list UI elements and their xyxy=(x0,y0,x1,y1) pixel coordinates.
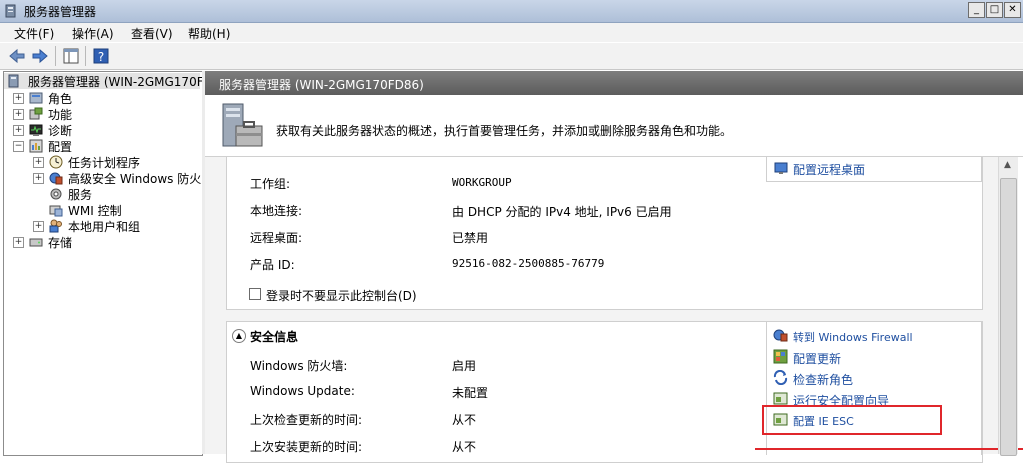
services-icon xyxy=(50,188,62,200)
scrollbar-thumb[interactable] xyxy=(1000,178,1017,456)
highlight-box xyxy=(762,405,942,435)
svg-text:?: ? xyxy=(98,50,104,64)
info-value: 从不 xyxy=(452,413,477,427)
tree-item-firewall[interactable]: + 高级安全 Windows 防火 xyxy=(4,170,202,186)
tree-item-label: 存储 xyxy=(48,236,73,250)
info-label: Windows Update: xyxy=(250,384,355,398)
roles-icon xyxy=(29,92,43,104)
title-bar xyxy=(0,0,1023,23)
tree-item-services[interactable]: 服务 xyxy=(4,186,200,202)
security-wizard-icon xyxy=(773,392,788,405)
tree-root[interactable]: 服务器管理器 (WIN-2GMG170FD8 xyxy=(4,73,203,89)
diagnostics-icon xyxy=(29,124,43,136)
configuration-icon xyxy=(29,139,43,153)
minimize-button[interactable]: _ xyxy=(968,2,985,18)
info-label: 远程桌面: xyxy=(250,231,303,245)
configure-remote-desktop-link[interactable]: 配置远程桌面 xyxy=(793,161,865,178)
users-icon xyxy=(49,219,62,233)
info-label: 产品 ID: xyxy=(250,258,295,272)
collapse-icon[interactable]: − xyxy=(13,141,24,152)
expand-icon[interactable]: + xyxy=(13,109,24,120)
task-scheduler-icon xyxy=(49,155,63,169)
tree-item-label: 服务 xyxy=(68,188,93,202)
show-hide-tree-icon[interactable] xyxy=(62,47,80,65)
info-label: 本地连接: xyxy=(250,204,303,218)
toolbar-separator xyxy=(85,46,86,66)
info-value: 未配置 xyxy=(452,386,489,400)
tree-item-features[interactable]: + 功能 xyxy=(4,106,200,122)
hide-console-label: 登录时不要显示此控制台(D) xyxy=(266,289,417,303)
check-roles-icon xyxy=(773,370,788,385)
menu-action[interactable]: 操作(A) xyxy=(72,25,114,42)
tree-item-label: WMI 控制 xyxy=(68,204,122,218)
toolbar-separator xyxy=(55,46,56,66)
tree-item-local-users[interactable]: + 本地用户和组 xyxy=(4,218,200,234)
tree-item-label: 高级安全 Windows 防火 xyxy=(68,172,202,186)
info-value: 从不 xyxy=(452,440,477,454)
forward-arrow-icon[interactable] xyxy=(31,47,49,65)
maximize-button[interactable]: □ xyxy=(986,2,1003,18)
info-value: 启用 xyxy=(452,359,477,373)
tree-item-label: 角色 xyxy=(48,92,73,106)
window-title: 服务器管理器 xyxy=(24,5,97,19)
goto-firewall-link[interactable]: 转到 Windows Firewall xyxy=(793,329,913,345)
tree-item-storage[interactable]: + 存储 xyxy=(4,234,200,250)
back-arrow-icon[interactable] xyxy=(8,47,26,65)
close-button[interactable]: ✕ xyxy=(1004,2,1021,18)
tree-item-label: 诊断 xyxy=(48,124,73,138)
menu-file[interactable]: 文件(F) xyxy=(14,25,54,42)
windows-update-icon xyxy=(773,349,788,364)
info-label: 上次检查更新的时间: xyxy=(250,413,363,427)
server-toolbox-icon xyxy=(222,103,263,147)
tree-item-label: 配置 xyxy=(48,140,73,154)
storage-icon xyxy=(29,238,43,247)
overview-description: 获取有关此服务器状态的概述，执行首要管理任务，并添加或删除服务器角色和功能。 xyxy=(276,124,733,138)
tree-root-label: 服务器管理器 (WIN-2GMG170FD8 xyxy=(28,75,203,89)
check-new-roles-link[interactable]: 检查新角色 xyxy=(793,371,853,388)
info-label: 工作组: xyxy=(250,177,291,191)
expand-icon[interactable]: + xyxy=(13,125,24,136)
firewall-icon xyxy=(49,172,63,185)
tree-item-label: 本地用户和组 xyxy=(68,220,141,234)
toolbar xyxy=(0,43,1023,70)
configure-updates-link[interactable]: 配置更新 xyxy=(793,350,841,367)
help-icon[interactable]: ? xyxy=(92,47,110,65)
section-title: 安全信息 xyxy=(250,330,299,344)
menu-view[interactable]: 查看(V) xyxy=(131,25,173,42)
expand-icon[interactable]: + xyxy=(33,157,44,168)
collapse-section-icon[interactable]: ▲ xyxy=(232,329,246,343)
scroll-up-arrow-icon[interactable]: ▲ xyxy=(1000,160,1015,175)
expand-icon[interactable]: + xyxy=(13,237,24,248)
tree-item-roles[interactable]: + 角色 xyxy=(4,90,200,106)
expand-icon[interactable]: + xyxy=(13,93,24,104)
hide-console-checkbox[interactable] xyxy=(249,288,261,300)
tree-item-task-scheduler[interactable]: + 任务计划程序 xyxy=(4,154,200,170)
tree-item-label: 任务计划程序 xyxy=(68,156,141,170)
tree-item-wmi[interactable]: WMI 控制 xyxy=(4,202,200,218)
features-icon xyxy=(29,107,43,120)
info-value: WORKGROUP xyxy=(452,176,512,189)
server-manager-icon xyxy=(5,4,16,18)
expand-icon[interactable]: + xyxy=(33,173,44,184)
expand-icon[interactable]: + xyxy=(33,221,44,232)
info-value: 已禁用 xyxy=(452,231,489,245)
info-label: 上次安装更新的时间: xyxy=(250,440,363,454)
info-value: 92516-082-2500885-76779 xyxy=(452,257,605,270)
navigation-tree: 服务器管理器 (WIN-2GMG170FD8 + 角色 + 功能 + 诊断 − xyxy=(3,71,203,456)
tree-item-label: 功能 xyxy=(48,108,73,122)
tree-item-diagnostics[interactable]: + 诊断 xyxy=(4,122,200,138)
info-value: 由 DHCP 分配的 IPv4 地址, IPv6 已启用 xyxy=(452,205,672,219)
firewall-icon xyxy=(773,329,788,342)
remote-desktop-icon xyxy=(774,162,788,174)
pane-title: 服务器管理器 (WIN-2GMG170FD86) xyxy=(219,78,424,92)
info-label: Windows 防火墙: xyxy=(250,359,348,373)
tree-item-configuration[interactable]: − 配置 xyxy=(4,138,200,154)
highlight-underline xyxy=(755,448,1023,450)
wmi-icon xyxy=(49,205,63,217)
server-manager-icon xyxy=(8,74,19,88)
menu-help[interactable]: 帮助(H) xyxy=(188,25,230,42)
